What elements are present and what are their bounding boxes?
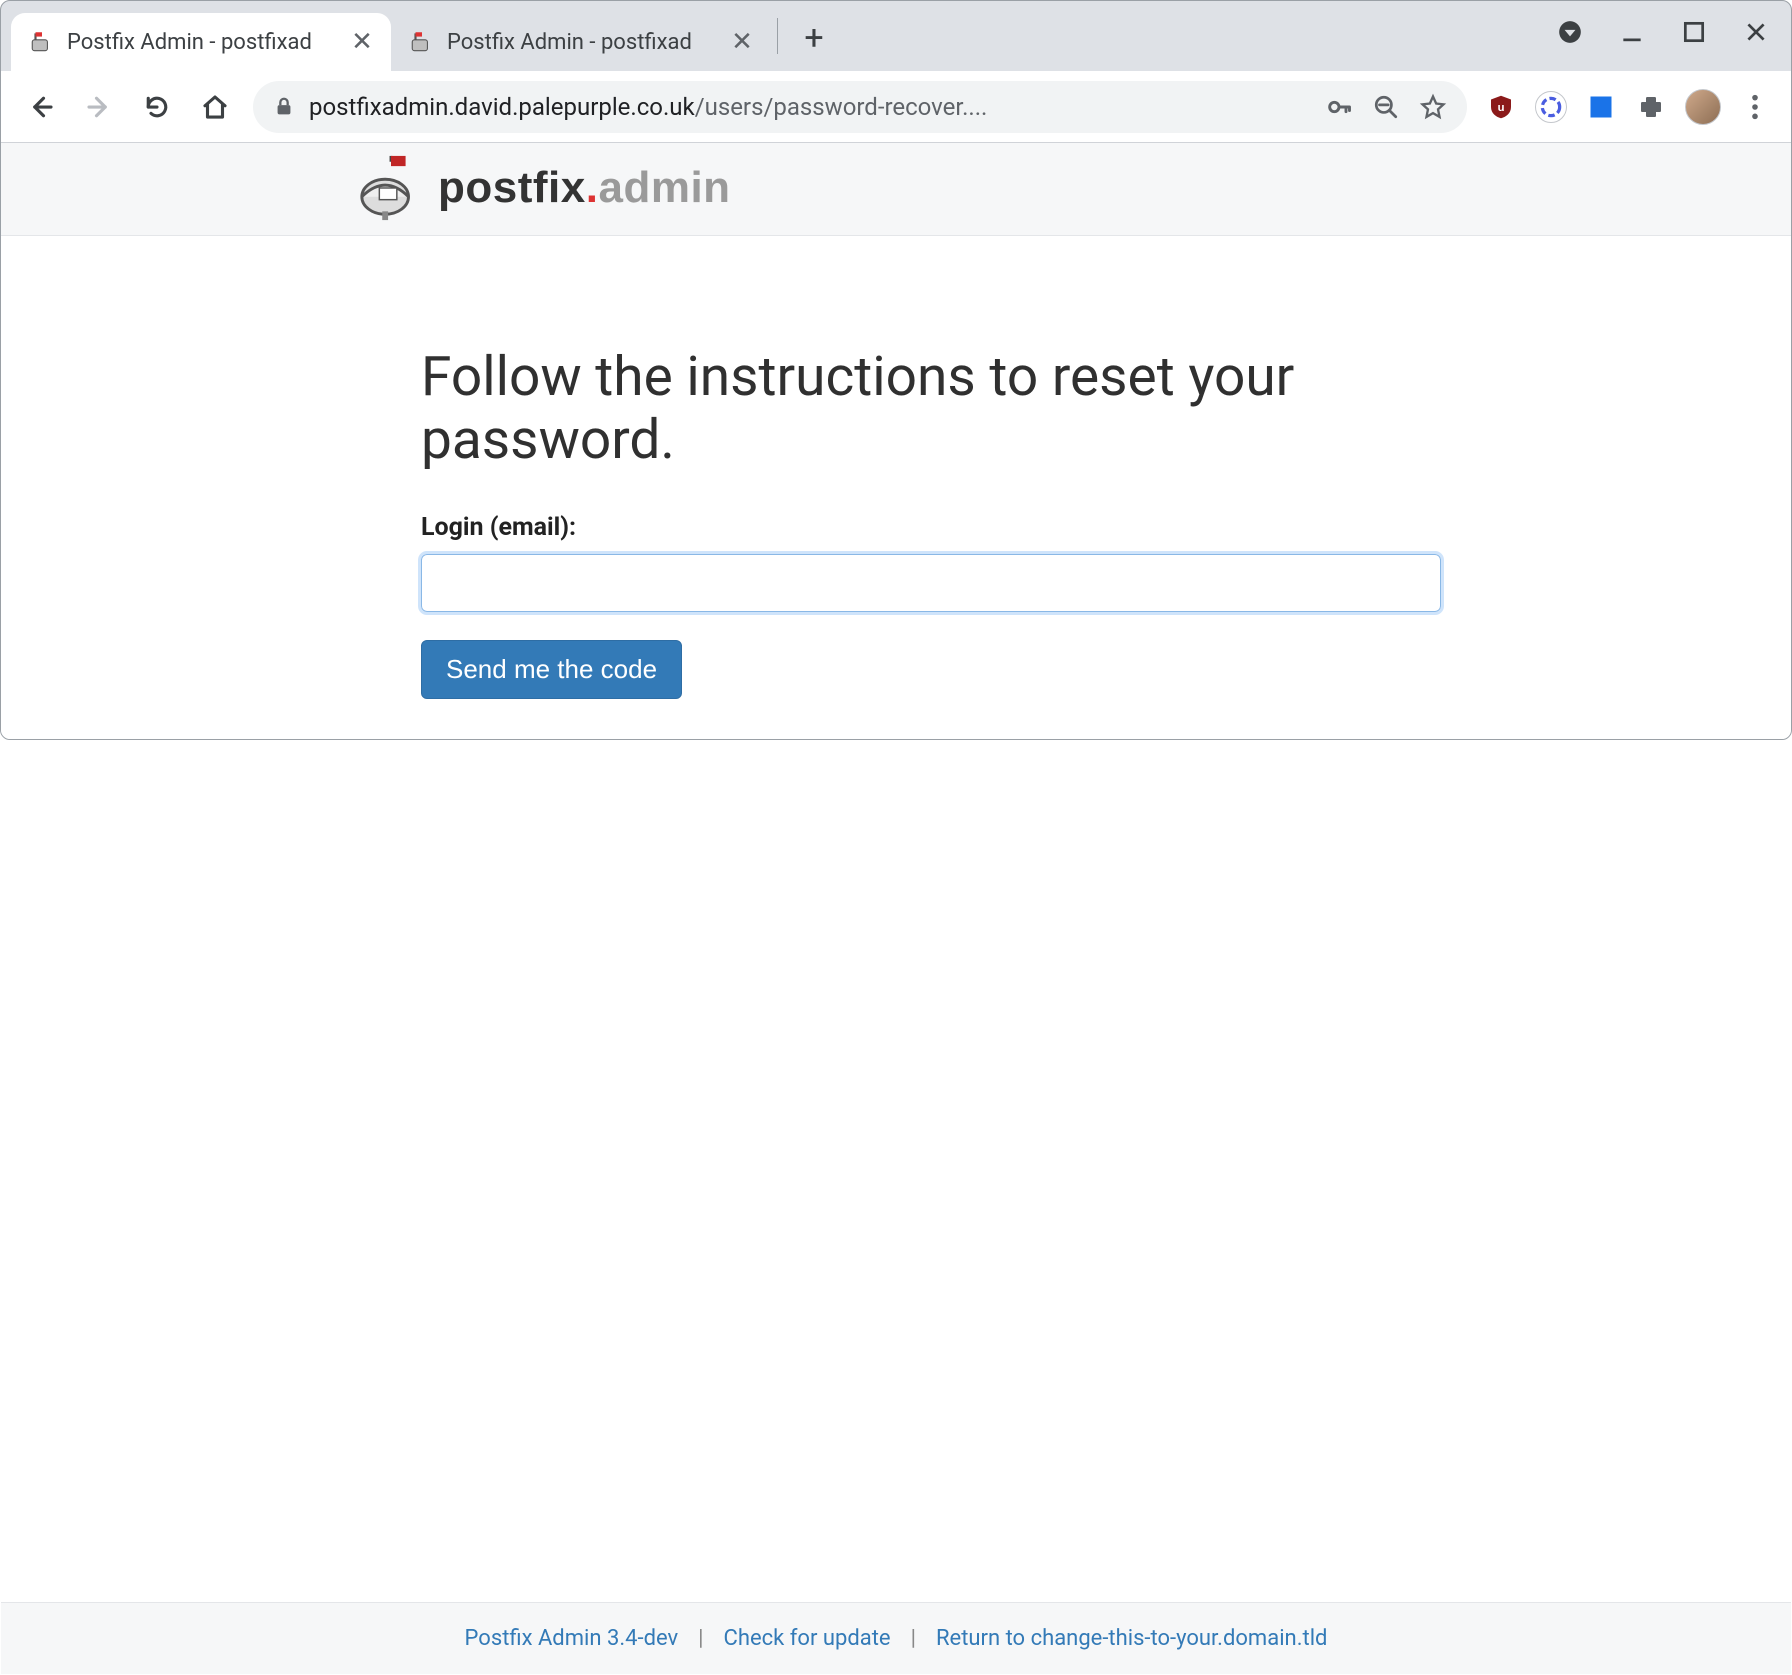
tab-strip: Postfix Admin - postfixad ✕ Postfix Admi… <box>1 1 1791 71</box>
url-path: /users/password-recover.... <box>695 93 988 121</box>
window-maximize-icon[interactable] <box>1677 15 1711 49</box>
new-tab-button[interactable]: + <box>790 14 838 62</box>
window-controls <box>1553 15 1773 49</box>
page-content: postfix.admin Follow the instructions to… <box>1 143 1791 739</box>
tab-close-icon[interactable]: ✕ <box>731 29 753 55</box>
browser-tab-active[interactable]: Postfix Admin - postfixad ✕ <box>11 13 391 71</box>
blue-box-extension-icon[interactable] <box>1585 91 1617 123</box>
nav-forward-button[interactable] <box>79 87 119 127</box>
url-text: postfixadmin.david.palepurple.co.uk/user… <box>309 93 1311 121</box>
lock-icon <box>273 96 295 118</box>
tab-title: Postfix Admin - postfixad <box>67 30 339 55</box>
window-minimize-icon[interactable] <box>1615 15 1649 49</box>
mailbox-logo-icon <box>356 153 426 223</box>
tab-close-icon[interactable]: ✕ <box>351 29 373 55</box>
tab-title: Postfix Admin - postfixad <box>447 30 719 55</box>
app-logo-text: postfix.admin <box>438 163 731 213</box>
main-form: Follow the instructions to reset your pa… <box>381 236 1421 739</box>
browser-window: Postfix Admin - postfixad ✕ Postfix Admi… <box>0 0 1792 740</box>
address-bar[interactable]: postfixadmin.david.palepurple.co.uk/user… <box>253 81 1467 133</box>
window-close-icon[interactable] <box>1739 15 1773 49</box>
loading-extension-icon[interactable] <box>1535 91 1567 123</box>
logo-prefix: postfix <box>438 163 586 212</box>
browser-tab-inactive[interactable]: Postfix Admin - postfixad ✕ <box>391 13 771 71</box>
app-header: postfix.admin <box>1 143 1791 236</box>
ublock-icon[interactable]: u <box>1485 91 1517 123</box>
nav-reload-button[interactable] <box>137 87 177 127</box>
svg-text:u: u <box>1498 102 1505 114</box>
zoom-out-icon[interactable] <box>1373 94 1399 120</box>
url-host: postfixadmin.david.palepurple.co.uk <box>309 93 695 121</box>
app-menu-icon[interactable] <box>1553 15 1587 49</box>
tab-separator <box>777 18 778 54</box>
extensions-puzzle-icon[interactable] <box>1635 91 1667 123</box>
bookmark-star-icon[interactable] <box>1419 93 1447 121</box>
logo-dot: . <box>586 163 599 212</box>
chrome-menu-icon[interactable] <box>1739 91 1771 123</box>
extension-icons: u <box>1485 89 1771 125</box>
login-label: Login (email): <box>421 513 1381 542</box>
send-code-button[interactable]: Send me the code <box>421 640 682 699</box>
mailbox-icon <box>29 29 55 55</box>
browser-toolbar: postfixadmin.david.palepurple.co.uk/user… <box>1 71 1791 143</box>
login-email-input[interactable] <box>421 554 1441 612</box>
logo-suffix: admin <box>598 163 730 212</box>
nav-home-button[interactable] <box>195 87 235 127</box>
page-heading: Follow the instructions to reset your pa… <box>421 346 1381 473</box>
nav-back-button[interactable] <box>21 87 61 127</box>
key-icon[interactable] <box>1325 93 1353 121</box>
app-logo[interactable]: postfix.admin <box>356 153 731 223</box>
mailbox-icon <box>409 29 435 55</box>
profile-avatar[interactable] <box>1685 89 1721 125</box>
